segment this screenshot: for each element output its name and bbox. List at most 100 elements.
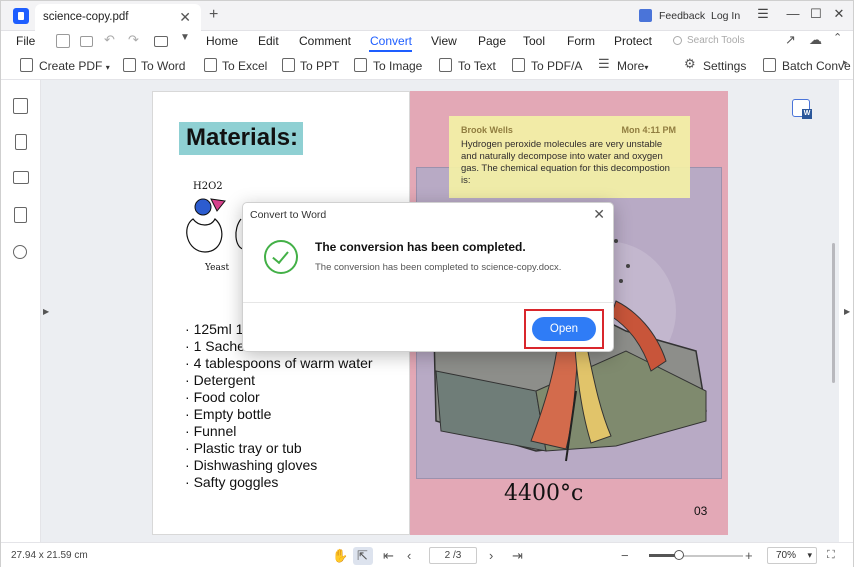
dialog-divider (243, 302, 613, 303)
menu-form[interactable]: Form (567, 34, 595, 48)
annotation-author: Brook Wells (461, 125, 513, 135)
search-tools-input[interactable]: Search Tools (687, 35, 745, 46)
last-page-icon[interactable]: ⇥ (512, 548, 523, 564)
menu-convert[interactable]: Convert (370, 34, 412, 48)
menu-comment[interactable]: Comment (299, 34, 351, 48)
save-icon[interactable] (56, 34, 70, 48)
convert-to-word-float-icon[interactable]: W (792, 99, 812, 119)
vertical-scrollbar[interactable] (832, 243, 835, 383)
maximize-icon[interactable]: ☐ (806, 6, 826, 22)
menu-tool[interactable]: Tool (523, 34, 545, 48)
create-pdf-label: Create PDF (39, 59, 103, 73)
settings-button[interactable]: Settings (703, 59, 746, 73)
first-page-icon[interactable]: ⇤ (383, 548, 394, 564)
to-pdfa-icon (512, 58, 525, 72)
new-tab-icon[interactable]: + (209, 6, 218, 24)
menu-file[interactable]: File (16, 34, 35, 48)
title-bar: science-copy.pdf ✕ + Feedback Log In ☰ —… (1, 1, 853, 31)
to-ppt-button[interactable]: To PPT (300, 59, 339, 73)
create-pdf-icon (20, 58, 33, 72)
menu-protect[interactable]: Protect (614, 34, 652, 48)
to-excel-button[interactable]: To Excel (222, 59, 267, 73)
document-tab[interactable]: science-copy.pdf ✕ (35, 4, 201, 31)
to-image-button[interactable]: To Image (373, 59, 422, 73)
open-button[interactable]: Open (532, 317, 596, 341)
attachment-icon[interactable] (14, 207, 27, 223)
tab-title: science-copy.pdf (43, 11, 129, 23)
to-word-button[interactable]: To Word (141, 59, 185, 73)
page-number: 03 (694, 504, 708, 518)
zoom-slider-thumb[interactable] (674, 550, 684, 560)
select-tool-icon[interactable]: ⇱ (357, 548, 368, 564)
to-pdfa-button[interactable]: To PDF/A (531, 59, 582, 73)
expand-left-panel-icon[interactable]: ▶ (43, 307, 49, 316)
list-item: Plastic tray or tub (185, 440, 373, 457)
print-icon[interactable] (154, 36, 168, 47)
thumbnails-icon[interactable] (13, 98, 28, 114)
list-item: Safty goggles (185, 474, 373, 491)
mail-icon[interactable] (80, 36, 93, 47)
app-window: science-copy.pdf ✕ + Feedback Log In ☰ —… (0, 0, 854, 567)
close-window-icon[interactable]: ✕ (829, 6, 849, 22)
feedback-icon[interactable] (639, 9, 652, 22)
dialog-heading: The conversion has been completed. (315, 240, 526, 254)
menu-edit[interactable]: Edit (258, 34, 279, 48)
share-icon[interactable]: ↗ (785, 32, 796, 48)
feedback-link[interactable]: Feedback (659, 10, 705, 22)
list-item: Empty bottle (185, 406, 373, 423)
annotation-time: Mon 4:11 PM (621, 125, 676, 135)
zoom-in-icon[interactable]: + (745, 548, 753, 563)
to-text-button[interactable]: To Text (458, 59, 496, 73)
page-dimensions: 27.94 x 21.59 cm (11, 550, 88, 561)
annotation-text: Hydrogen peroxide molecules are very uns… (461, 139, 670, 186)
collapse-ribbon-icon[interactable]: ⌃ (833, 31, 842, 44)
sketch-label-yeast: Yeast (204, 263, 229, 273)
settings-gear-icon: ⚙ (684, 56, 696, 71)
zoom-level-select[interactable]: 70% (767, 547, 817, 564)
minimize-icon[interactable]: — (783, 6, 803, 21)
search-icon[interactable] (13, 245, 27, 259)
dialog-title: Convert to Word (250, 209, 327, 221)
menu-icon[interactable]: ☰ (753, 6, 773, 22)
chevron-down-icon: ▾ (105, 63, 110, 72)
status-bar: 27.94 x 21.59 cm ✋ ⇱ ⇤ ‹ 2 /3 › ⇥ − + 70… (1, 542, 853, 567)
undo-icon[interactable]: ↶ (104, 32, 115, 48)
comment-icon[interactable] (13, 171, 29, 184)
menu-home[interactable]: Home (206, 34, 238, 48)
redo-icon[interactable]: ↷ (128, 32, 139, 48)
search-tools-icon (673, 36, 682, 45)
list-item: Detergent (185, 372, 373, 389)
list-item: Food color (185, 389, 373, 406)
previous-page-icon[interactable]: ‹ (407, 548, 411, 563)
dialog-close-icon[interactable]: ✕ (593, 206, 605, 223)
success-check-icon (264, 240, 298, 274)
cloud-upload-icon[interactable]: ☁ (809, 32, 822, 48)
toolbar-scroll-right-icon[interactable]: ▸ (843, 57, 848, 68)
next-page-icon[interactable]: › (489, 548, 493, 563)
comment-annotation[interactable]: Brook Wells Mon 4:11 PM Hydrogen peroxid… (449, 116, 690, 198)
convert-dialog: Convert to Word ✕ The conversion has bee… (242, 202, 614, 352)
menu-page[interactable]: Page (478, 34, 506, 48)
login-link[interactable]: Log In (711, 10, 740, 22)
to-ppt-icon (282, 58, 295, 72)
menu-view[interactable]: View (431, 34, 457, 48)
create-pdf-button[interactable]: Create PDF ▾ (39, 59, 110, 73)
zoom-out-icon[interactable]: − (621, 548, 629, 563)
page-number-input[interactable]: 2 /3 (429, 547, 477, 564)
check-mark-icon (272, 246, 289, 265)
batch-convert-icon (763, 58, 776, 72)
more-chevron-icon: ▾ (644, 63, 649, 72)
to-word-icon (123, 58, 136, 72)
more-button[interactable]: More▾ (617, 59, 648, 73)
quick-access-dropdown-icon[interactable]: ▼ (180, 32, 190, 43)
tab-close-icon[interactable]: ✕ (179, 9, 191, 26)
more-label: More (617, 59, 645, 73)
bookmark-icon[interactable] (15, 134, 27, 150)
hand-tool-icon[interactable]: ✋ (332, 548, 348, 564)
to-image-icon (354, 58, 367, 72)
expand-right-panel-icon[interactable]: ▶ (844, 307, 850, 316)
batch-convert-button[interactable]: Batch Conve (782, 59, 851, 73)
fit-page-icon[interactable]: ⛶ (827, 549, 835, 562)
sketch-label-h2o2: H2O2 (193, 181, 223, 192)
list-item: Funnel (185, 423, 373, 440)
